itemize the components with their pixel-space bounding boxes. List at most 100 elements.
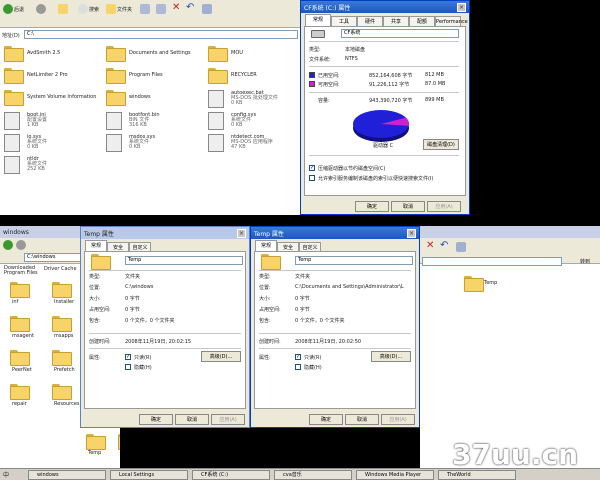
item-name[interactable]: RECYCLER bbox=[231, 72, 257, 78]
file-icon[interactable] bbox=[106, 134, 122, 152]
taskbar-item[interactable]: Local Settings bbox=[110, 470, 188, 480]
cancel-button[interactable]: 取消 bbox=[175, 414, 209, 425]
folder-icon[interactable] bbox=[208, 68, 228, 84]
advanced-button[interactable]: 高级(D)... bbox=[371, 351, 411, 362]
hidden-checkbox[interactable] bbox=[125, 364, 131, 370]
file-icon[interactable] bbox=[106, 112, 122, 130]
delete-icon[interactable]: ✕ bbox=[172, 2, 180, 13]
search-button[interactable]: 搜索 bbox=[89, 6, 99, 13]
readonly-checkbox[interactable]: ✓ bbox=[295, 354, 301, 360]
taskbar-item[interactable]: windows bbox=[28, 470, 106, 480]
tab-3[interactable]: 共享 bbox=[383, 16, 409, 26]
folder-icon[interactable] bbox=[106, 68, 126, 84]
copy-to-icon[interactable] bbox=[156, 4, 166, 14]
folder-icon[interactable] bbox=[4, 68, 24, 84]
file-icon[interactable] bbox=[208, 112, 224, 130]
folder-label[interactable]: Installer bbox=[54, 299, 74, 305]
ime-indicator[interactable]: 中 bbox=[3, 470, 9, 479]
forward-icon[interactable] bbox=[16, 240, 26, 250]
close-button[interactable]: × bbox=[457, 2, 466, 12]
folder-icon[interactable] bbox=[208, 46, 228, 62]
folder-icon[interactable] bbox=[10, 282, 30, 298]
folder-name-field[interactable]: Temp bbox=[295, 256, 413, 265]
item-name[interactable]: Program Files bbox=[129, 72, 163, 78]
item-name[interactable]: Documents and Settings bbox=[129, 50, 191, 56]
item-name[interactable]: NetLimiter 2 Pro bbox=[27, 72, 68, 78]
folder-label[interactable]: msagent bbox=[12, 333, 34, 339]
taskbar-item[interactable]: cva音乐 bbox=[274, 470, 352, 480]
readonly-checkbox[interactable]: ✓ bbox=[125, 354, 131, 360]
move-to-icon[interactable] bbox=[140, 4, 150, 14]
item-name[interactable]: windows bbox=[129, 94, 151, 100]
folder-icon[interactable] bbox=[4, 90, 24, 106]
folder-icon[interactable] bbox=[464, 276, 484, 292]
ok-button[interactable]: 确定 bbox=[309, 414, 343, 425]
taskbar-item[interactable]: TheWorld bbox=[438, 470, 516, 480]
folder-label[interactable]: msapps bbox=[54, 333, 74, 339]
file-icon[interactable] bbox=[208, 90, 224, 108]
folder-label[interactable]: PeerNet bbox=[12, 367, 32, 373]
file-icon[interactable] bbox=[4, 156, 20, 174]
tab-0[interactable]: 常规 bbox=[305, 14, 331, 26]
folder-icon[interactable] bbox=[52, 316, 72, 332]
drive-name-field[interactable]: CF系统 bbox=[341, 29, 459, 38]
folder-icon[interactable] bbox=[10, 316, 30, 332]
address-field[interactable]: C:\ bbox=[24, 30, 298, 39]
advanced-button[interactable]: 高级(D)... bbox=[201, 351, 241, 362]
taskbar-item[interactable]: CF系统 (C:) bbox=[192, 470, 270, 480]
views-icon[interactable] bbox=[202, 4, 212, 14]
folder-icon[interactable] bbox=[118, 434, 120, 450]
back-button[interactable]: 后退 bbox=[14, 6, 24, 13]
compress-checkbox[interactable]: ✓ bbox=[309, 165, 315, 171]
folder-icon[interactable] bbox=[86, 434, 106, 450]
ok-button[interactable]: 确定 bbox=[139, 414, 173, 425]
back-icon[interactable] bbox=[3, 240, 13, 250]
forward-icon[interactable] bbox=[36, 4, 46, 14]
tab-5[interactable]: Performance bbox=[435, 16, 468, 26]
cancel-button[interactable]: 取消 bbox=[345, 414, 379, 425]
file-icon[interactable] bbox=[4, 134, 20, 152]
folder-label[interactable]: Temp bbox=[484, 280, 497, 286]
apply-button[interactable]: 应用(A) bbox=[211, 414, 245, 425]
file-icon[interactable] bbox=[4, 112, 20, 130]
folders-icon[interactable] bbox=[106, 4, 116, 14]
tab-2[interactable]: 硬件 bbox=[357, 16, 383, 26]
folder-label[interactable]: repair bbox=[12, 401, 27, 407]
folder-label[interactable]: Temp bbox=[88, 450, 101, 456]
hidden-checkbox[interactable] bbox=[295, 364, 301, 370]
folder-icon[interactable] bbox=[52, 384, 72, 400]
item-name[interactable]: AvdSmith 2.5 bbox=[27, 50, 60, 56]
go-button[interactable]: 转到 bbox=[580, 258, 590, 265]
folder-label[interactable]: Driver Cache bbox=[44, 266, 77, 272]
folder-icon[interactable] bbox=[52, 350, 72, 366]
tab-1[interactable]: 工具 bbox=[331, 16, 357, 26]
folder-icon[interactable] bbox=[10, 384, 30, 400]
taskbar-item[interactable]: Windows Media Player bbox=[356, 470, 434, 480]
ok-button[interactable]: 确定 bbox=[355, 201, 389, 212]
folder-label[interactable]: inf bbox=[12, 299, 18, 305]
up-folder-icon[interactable] bbox=[58, 4, 68, 14]
folder-icon[interactable] bbox=[106, 90, 126, 106]
views-icon[interactable] bbox=[456, 242, 466, 252]
close-button[interactable]: × bbox=[407, 228, 416, 238]
folder-icon[interactable] bbox=[10, 350, 30, 366]
undo-icon[interactable]: ↶ bbox=[186, 2, 194, 13]
folder-icon[interactable] bbox=[4, 46, 24, 62]
close-button[interactable]: × bbox=[237, 228, 246, 238]
item-name[interactable]: System Volume Information bbox=[27, 94, 96, 100]
apply-button[interactable]: 应用(A) bbox=[427, 201, 461, 212]
search-icon[interactable] bbox=[78, 4, 88, 14]
back-icon[interactable] bbox=[3, 4, 13, 14]
cancel-button[interactable]: 取消 bbox=[391, 201, 425, 212]
tab-4[interactable]: 配额 bbox=[409, 16, 435, 26]
undo-icon[interactable]: ↶ bbox=[440, 240, 448, 251]
folder-icon[interactable] bbox=[106, 46, 126, 62]
index-checkbox[interactable] bbox=[309, 175, 315, 181]
apply-button[interactable]: 应用(A) bbox=[381, 414, 415, 425]
disk-cleanup-button[interactable]: 磁盘清理(D) bbox=[423, 139, 459, 150]
file-icon[interactable] bbox=[208, 134, 224, 152]
delete-icon[interactable]: ✕ bbox=[426, 240, 434, 251]
folder-label[interactable]: Resources bbox=[54, 401, 80, 407]
folder-icon[interactable] bbox=[52, 282, 72, 298]
item-name[interactable]: MOU bbox=[231, 50, 243, 56]
